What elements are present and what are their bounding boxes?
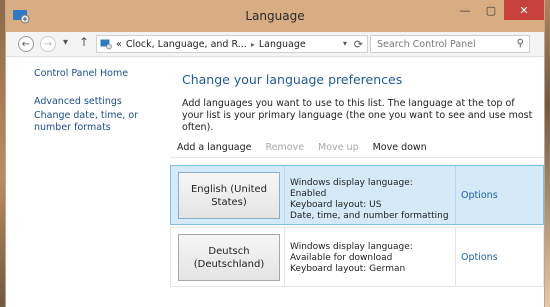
language-details: Windows display language: Enabled Keyboa… <box>290 178 450 222</box>
language-name[interactable]: English (United States) <box>178 172 280 219</box>
page-title: Change your language preferences <box>182 72 403 87</box>
up-icon[interactable]: ↑ <box>79 35 89 49</box>
add-language-button[interactable]: Add a language <box>170 142 258 153</box>
control-panel-icon <box>100 39 112 50</box>
breadcrumb-item-language[interactable]: Language <box>259 39 306 50</box>
divider <box>284 166 285 224</box>
language-window: Language — ▢ ✕ ← → ▾ ↑ « Clock, Language… <box>6 0 544 307</box>
recent-locations-icon[interactable]: ▾ <box>63 37 68 48</box>
breadcrumb[interactable]: « Clock, Language, and R... ▸ Language ▾… <box>96 35 368 53</box>
language-toolbar: Add a language Remove Move up Move down <box>170 137 544 158</box>
divider <box>455 166 456 224</box>
detail-line: Windows display language: Available for … <box>290 242 413 263</box>
breadcrumb-item-clock[interactable]: Clock, Language, and R... <box>126 39 247 50</box>
sidebar-item-advanced-settings[interactable]: Advanced settings <box>34 96 174 108</box>
detail-line: Keyboard layout: US <box>290 200 382 210</box>
remove-button[interactable]: Remove <box>258 142 311 153</box>
refresh-icon[interactable]: ⟳ <box>354 38 363 51</box>
move-up-button[interactable]: Move up <box>311 142 366 153</box>
minimize-button[interactable]: — <box>452 0 478 20</box>
caption-buttons: — ▢ ✕ <box>452 0 544 20</box>
sidebar-item-home[interactable]: Control Panel Home <box>34 68 174 80</box>
sidebar-item-change-formats[interactable]: Change date, time, or number formats <box>34 110 166 134</box>
page-description: Add languages you want to use to this li… <box>182 98 533 133</box>
detail-line: Keyboard layout: German <box>290 264 406 274</box>
language-details: Windows display language: Available for … <box>290 242 450 275</box>
language-row-deutsch[interactable]: Deutsch (Deutschland) Windows display la… <box>170 227 544 287</box>
chevron-down-icon[interactable]: ▾ <box>343 39 347 48</box>
options-link[interactable]: Options <box>461 190 498 201</box>
forward-icon[interactable]: → <box>40 36 56 52</box>
maximize-button[interactable]: ▢ <box>478 0 504 20</box>
close-button[interactable]: ✕ <box>504 0 544 20</box>
search-input[interactable]: Search Control Panel ⚲ <box>370 35 530 53</box>
detail-line: Date, time, and number formatting <box>290 211 449 221</box>
options-link[interactable]: Options <box>461 252 498 263</box>
divider <box>455 228 456 286</box>
chevron-right-icon: ▸ <box>250 39 255 49</box>
divider <box>284 228 285 286</box>
back-icon[interactable]: ← <box>18 36 34 52</box>
title-bar[interactable]: Language — ▢ ✕ <box>6 0 544 32</box>
detail-line: Windows display language: Enabled <box>290 178 413 199</box>
language-row-english[interactable]: English (United States) Windows display … <box>170 165 544 225</box>
search-placeholder: Search Control Panel <box>377 39 476 50</box>
search-icon[interactable]: ⚲ <box>517 38 524 49</box>
language-name[interactable]: Deutsch (Deutschland) <box>178 234 280 281</box>
breadcrumb-prefix[interactable]: « <box>116 39 122 50</box>
address-bar: ← → ▾ ↑ « Clock, Language, and R... ▸ La… <box>6 32 544 57</box>
move-down-button[interactable]: Move down <box>366 142 434 153</box>
sidebar: Control Panel Home Advanced settings Cha… <box>34 68 174 140</box>
